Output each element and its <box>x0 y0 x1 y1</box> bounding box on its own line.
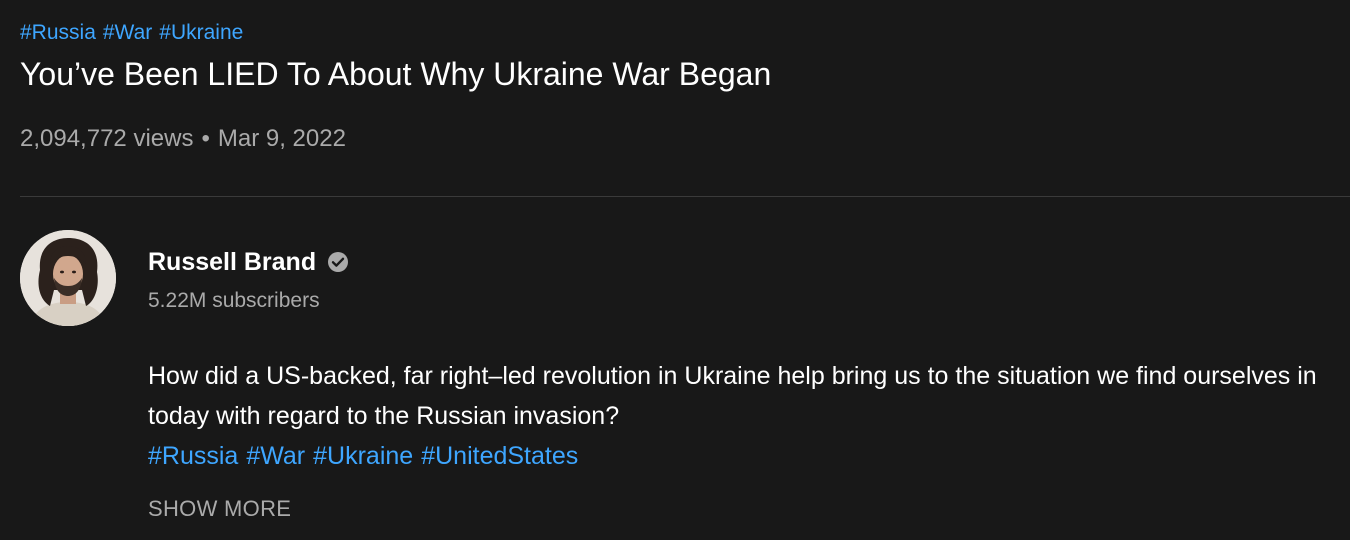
view-count: 2,094,772 views <box>20 125 194 152</box>
description-text: How did a US-backed, far right–led revol… <box>148 362 1317 430</box>
hashtag-link[interactable]: #War <box>103 20 152 46</box>
hashtag-link[interactable]: #Ukraine <box>313 436 413 476</box>
top-hashtags: #Russia #War #Ukraine <box>20 20 243 46</box>
hashtag-link[interactable]: #UnitedStates <box>421 436 578 476</box>
channel-avatar[interactable] <box>20 230 116 326</box>
channel-name-link[interactable]: Russell Brand <box>148 247 350 277</box>
show-more-button[interactable]: SHOW MORE <box>148 495 291 523</box>
channel-name: Russell Brand <box>148 248 317 276</box>
subscriber-count: 5.22M subscribers <box>148 289 320 312</box>
video-title: You’ve Been LIED To About Why Ukraine Wa… <box>20 56 772 92</box>
hashtag-link[interactable]: #Ukraine <box>159 20 243 46</box>
video-info-panel: #Russia #War #Ukraine You’ve Been LIED T… <box>0 0 1350 540</box>
hashtag-link[interactable]: #War <box>246 436 305 476</box>
upload-date: Mar 9, 2022 <box>217 125 346 152</box>
divider <box>20 196 1350 197</box>
description-hashtags: #Russia #War #Ukraine #UnitedStates <box>148 436 1328 476</box>
video-meta: 2,094,772 views • Mar 9, 2022 <box>20 124 346 154</box>
verified-check-icon <box>328 252 349 272</box>
hashtag-link[interactable]: #Russia <box>148 436 238 476</box>
meta-separator: • <box>201 125 210 152</box>
hashtag-link[interactable]: #Russia <box>20 20 96 46</box>
video-description: How did a US-backed, far right–led revol… <box>148 356 1328 476</box>
avatar-portrait-icon <box>20 230 116 326</box>
